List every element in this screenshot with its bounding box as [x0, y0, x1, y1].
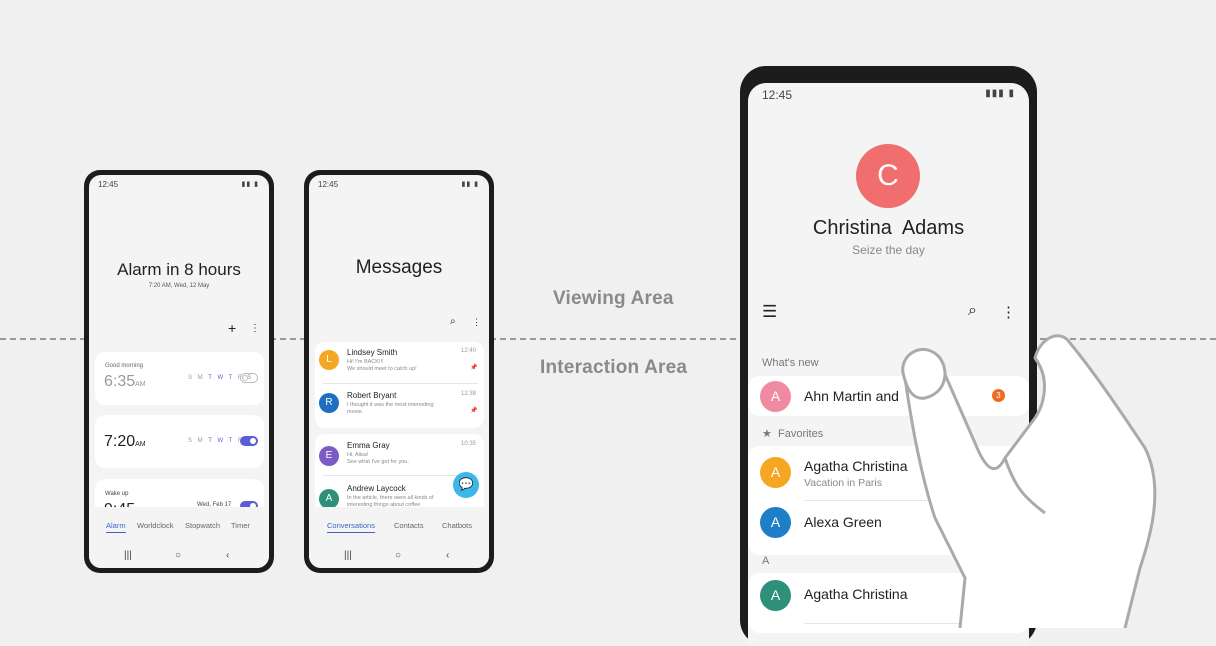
- hand-illustration: [901, 334, 1157, 628]
- messages-screen: 12:45 ▮▮ ▮ Messages ⌕ ⋮ L Lindsey Smith …: [309, 175, 489, 568]
- contact-name[interactable]: Alexa Green: [804, 514, 882, 530]
- home-icon[interactable]: ○: [395, 550, 401, 561]
- status-bar: 12:45 ▮▮ ▮: [89, 175, 269, 189]
- recent-apps-icon[interactable]: |||: [124, 550, 132, 561]
- signal-battery-icon: ▮▮ ▮: [461, 181, 479, 188]
- alarm-time: 6:35AM: [104, 373, 146, 390]
- back-icon[interactable]: ‹: [446, 550, 449, 561]
- alarm-toggle[interactable]: [240, 373, 258, 383]
- recent-apps-icon[interactable]: |||: [344, 550, 352, 561]
- conversation-time: 12:38: [461, 391, 477, 397]
- nav-bar: ||| ○ ‹: [89, 546, 269, 568]
- alarm-card[interactable]: 7:20AM S M T W T F S: [95, 415, 264, 468]
- messages-title: Messages: [355, 257, 443, 278]
- chat-bubble-icon: 💬: [458, 477, 474, 491]
- home-icon[interactable]: ○: [175, 550, 181, 561]
- conversation-preview: Hi, Alisa! See what I've got for you.: [347, 452, 409, 465]
- menu-icon[interactable]: ☰: [762, 302, 777, 322]
- more-options-icon[interactable]: ⋮: [472, 317, 481, 328]
- pin-icon: 📌: [470, 408, 478, 414]
- viewing-area-label: Viewing Area: [553, 288, 674, 309]
- avatar: A: [760, 457, 791, 488]
- section-letter-a: A: [762, 555, 770, 567]
- tab-chatbots[interactable]: Chatbots: [442, 521, 472, 530]
- contact-status: Vacation in Paris: [804, 477, 883, 489]
- alarm-card[interactable]: Good morning 6:35AM S M T W T F S: [95, 352, 264, 405]
- profile-status: Seize the day: [852, 243, 925, 257]
- tab-timer[interactable]: Timer: [231, 521, 250, 530]
- clock-screen: 12:45 ▮▮ ▮ Alarm in 8 hours 7:20 AM, Wed…: [89, 175, 269, 568]
- profile-avatar[interactable]: C: [856, 144, 920, 208]
- signal-battery-icon: ▮▮▮ ▮: [985, 88, 1015, 99]
- conversation-preview: I thought it was the most interesting mov…: [347, 402, 434, 415]
- interaction-area-label: Interaction Area: [540, 357, 688, 378]
- tab-contacts[interactable]: Contacts: [394, 521, 424, 530]
- conversation-name[interactable]: Emma Gray: [347, 441, 390, 450]
- status-time: 12:45: [98, 180, 119, 189]
- more-options-icon[interactable]: ⋮: [250, 323, 260, 334]
- alarm-time: 7:20AM: [104, 433, 146, 450]
- pin-icon: 📌: [470, 365, 478, 371]
- conversation-preview: Hi! I'm BACK!!! We should meet to catch u…: [347, 359, 417, 372]
- status-time: 12:45: [318, 180, 339, 189]
- avatar: L: [319, 350, 339, 370]
- back-icon[interactable]: ‹: [226, 550, 229, 561]
- alarm-label: Good morning: [105, 363, 144, 369]
- tab-alarm[interactable]: Alarm: [106, 521, 126, 533]
- conversation-time: 12:40: [461, 348, 477, 354]
- avatar: R: [319, 393, 339, 413]
- status-time: 12:45: [762, 88, 793, 102]
- alarm-toggle[interactable]: [240, 436, 258, 446]
- contact-name[interactable]: Agatha Christina: [804, 458, 908, 474]
- star-icon: ★: [762, 428, 772, 440]
- profile-name: Christina Adams: [812, 217, 965, 239]
- add-alarm-icon[interactable]: +: [228, 320, 236, 336]
- contact-name[interactable]: Agatha Christina: [804, 586, 908, 602]
- conversation-name[interactable]: Lindsey Smith: [347, 348, 397, 357]
- tab-stopwatch[interactable]: Stopwatch: [185, 521, 220, 530]
- alarm-title: Alarm in 8 hours: [117, 260, 241, 279]
- tab-conversations[interactable]: Conversations: [327, 521, 375, 533]
- contact-name: Ahn Martin and: [804, 388, 899, 404]
- clock-phone: 12:45 ▮▮ ▮ Alarm in 8 hours 7:20 AM, Wed…: [84, 170, 274, 573]
- avatar: A: [760, 580, 791, 611]
- status-bar: 12:45 ▮▮ ▮: [309, 175, 489, 189]
- search-icon[interactable]: ⌕: [450, 316, 456, 327]
- conversation-name[interactable]: Andrew Laycock: [347, 484, 406, 493]
- messages-phone: 12:45 ▮▮ ▮ Messages ⌕ ⋮ L Lindsey Smith …: [304, 170, 494, 573]
- signal-battery-icon: ▮▮ ▮: [241, 181, 259, 188]
- conversation-name[interactable]: Robert Bryant: [347, 391, 396, 400]
- tab-worldclock[interactable]: Worldclock: [137, 521, 174, 530]
- conversation-time: 10:35: [461, 441, 477, 447]
- alarm-label: Wake up: [105, 491, 129, 497]
- alarm-subtitle: 7:20 AM, Wed, 12 May: [148, 283, 210, 289]
- avatar: E: [319, 446, 339, 466]
- avatar: A: [760, 381, 791, 412]
- nav-bar: ||| ○ ‹: [309, 546, 489, 568]
- avatar: A: [760, 507, 791, 538]
- section-whats-new: What's new: [762, 357, 819, 369]
- section-favorites: ★ Favorites: [762, 428, 824, 440]
- compose-fab[interactable]: 💬: [453, 472, 479, 498]
- avatar: A: [319, 489, 339, 509]
